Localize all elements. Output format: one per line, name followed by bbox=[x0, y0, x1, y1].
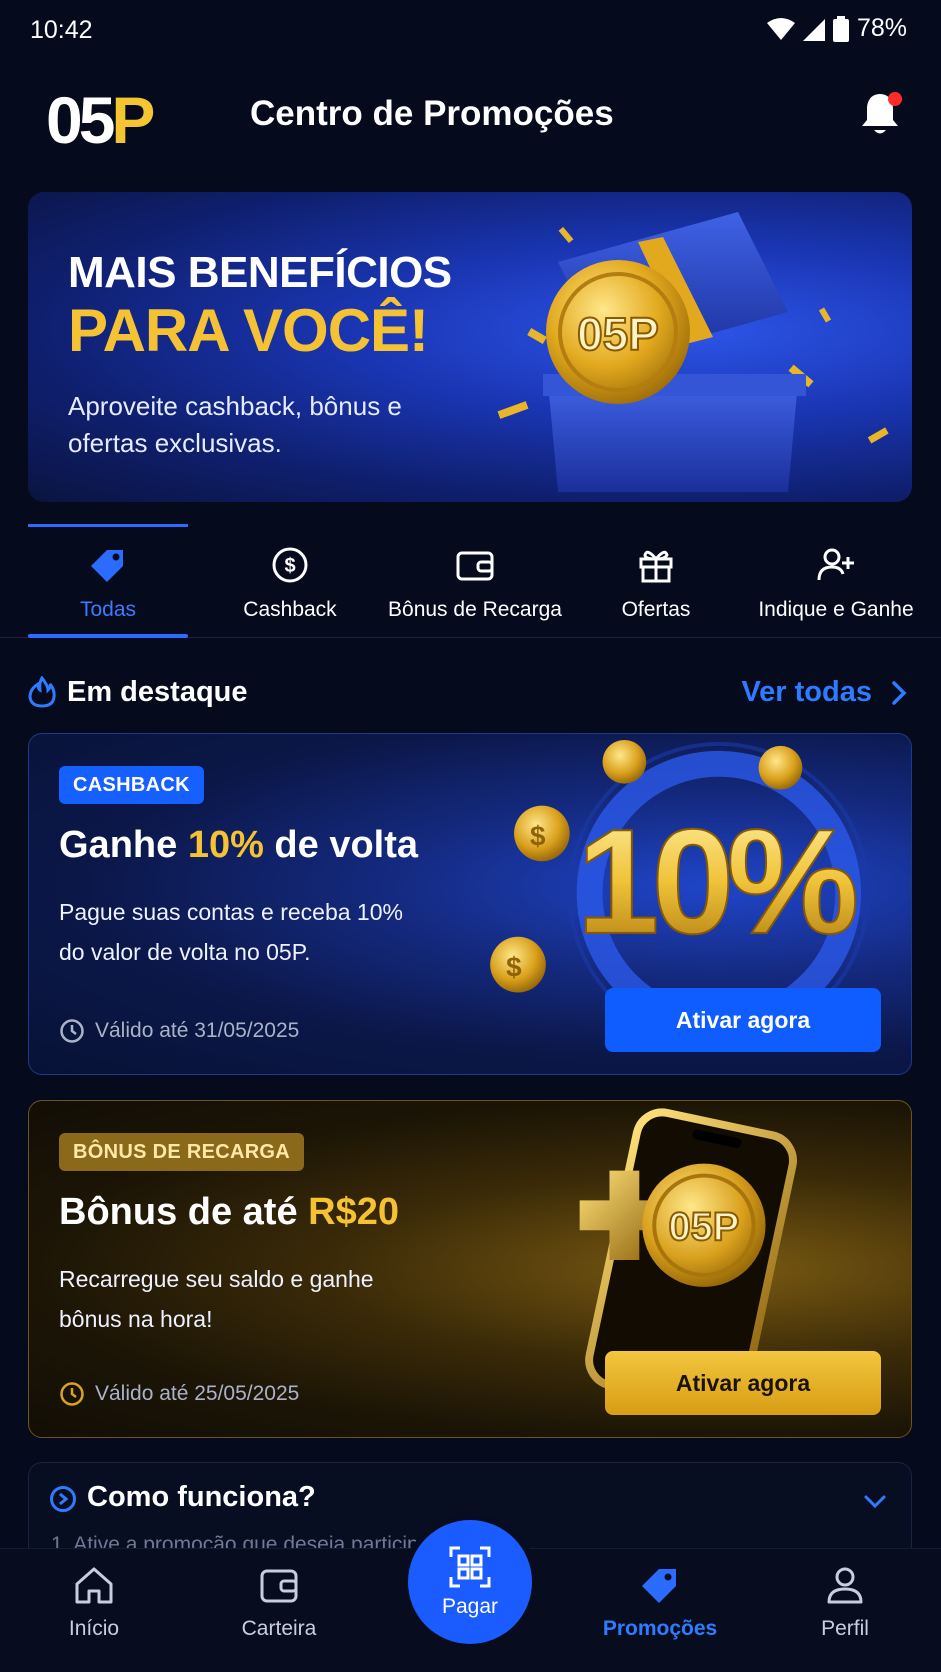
tab-label: Indique e Ganhe bbox=[758, 598, 914, 621]
tab-cashback[interactable]: $ Cashback bbox=[210, 524, 370, 636]
tab-label: Bônus de Recarga bbox=[388, 598, 562, 621]
category-tabs: Todas $ Cashback Bônus de Recarga Oferta… bbox=[0, 524, 941, 638]
nav-label: Início bbox=[68, 1617, 120, 1640]
user-icon bbox=[827, 1567, 863, 1604]
promo-title-prefix: Bônus de até bbox=[59, 1191, 309, 1233]
status-time: 10:42 bbox=[30, 16, 93, 44]
dollar-circle-icon: $ bbox=[272, 547, 308, 583]
nav-label: Carteira bbox=[241, 1617, 317, 1640]
promo-title: Ganhe 10% de volta bbox=[59, 824, 418, 867]
promo-validity: Válido até 25/05/2025 bbox=[59, 1381, 299, 1407]
app-header: 05P Centro de Promoções bbox=[0, 70, 941, 170]
how-it-works-title: Como funciona? bbox=[87, 1481, 316, 1513]
nav-label: Promoções bbox=[602, 1617, 718, 1640]
hero-title-line2: PARA VOCÊ! bbox=[68, 297, 429, 364]
clock-icon bbox=[60, 1382, 84, 1406]
activate-cashback-button[interactable]: Ativar agora bbox=[605, 988, 881, 1052]
see-all-link[interactable]: Ver todas bbox=[741, 676, 872, 709]
promo-description: Recarregue seu saldo e ganhe bônus na ho… bbox=[59, 1266, 374, 1332]
promo-description: Pague suas contas e receba 10% do valor … bbox=[59, 899, 403, 965]
chevron-down-icon[interactable] bbox=[861, 1487, 889, 1515]
qr-scan-icon bbox=[449, 1546, 491, 1588]
tag-icon bbox=[642, 1569, 676, 1603]
svg-text:$: $ bbox=[530, 820, 546, 851]
section-title: Em destaque bbox=[67, 676, 248, 708]
promo-card-cashback[interactable]: $ $ 10% CASHBACK Ganhe 10% de volta Pagu… bbox=[28, 733, 912, 1075]
pay-label: Pagar bbox=[441, 1595, 499, 1618]
hero-banner[interactable]: MAIS BENEFÍCIOS PARA VOCÊ! Aproveite cas… bbox=[28, 192, 912, 502]
wallet-icon bbox=[456, 551, 494, 581]
status-bar: 10:42 78% bbox=[0, 0, 941, 60]
activate-bonus-button[interactable]: Ativar agora bbox=[605, 1351, 881, 1415]
hero-subtitle: Aproveite cashback, bônus e ofertas excl… bbox=[68, 391, 402, 458]
logo-white-part: 05 bbox=[46, 83, 115, 157]
home-icon bbox=[75, 1567, 113, 1604]
clock-icon bbox=[60, 1019, 84, 1043]
promo-title: Bônus de até R$20 bbox=[59, 1191, 399, 1234]
validity-text: Válido até 25/05/2025 bbox=[95, 1382, 300, 1405]
bonus-badge: BÔNUS DE RECARGA bbox=[59, 1133, 305, 1171]
notification-badge bbox=[888, 92, 902, 106]
nav-promocoes[interactable]: Promoções bbox=[590, 1563, 730, 1641]
battery-icon bbox=[832, 15, 849, 42]
status-icons: 78% bbox=[766, 14, 907, 43]
tab-todas[interactable]: Todas bbox=[28, 524, 188, 636]
hero-title-line1: MAIS BENEFÍCIOS bbox=[68, 248, 452, 297]
tab-bonus-recarga[interactable]: Bônus de Recarga bbox=[380, 524, 570, 636]
nav-label: Perfil bbox=[821, 1617, 869, 1640]
featured-section-header: Em destaque Ver todas bbox=[28, 672, 912, 716]
chevron-right-icon[interactable] bbox=[886, 680, 912, 706]
nav-perfil[interactable]: Perfil bbox=[775, 1563, 915, 1641]
app-logo[interactable]: 05P bbox=[46, 83, 155, 157]
tab-active-indicator bbox=[28, 634, 188, 638]
tab-label: Todas bbox=[79, 598, 137, 621]
tab-label: Cashback bbox=[243, 598, 337, 621]
promo-validity: Válido até 31/05/2025 bbox=[59, 1018, 299, 1044]
wallet-icon bbox=[260, 1569, 298, 1603]
battery-percent: 78% bbox=[856, 14, 907, 42]
logo-gold-part: P bbox=[111, 83, 155, 157]
gift-icon bbox=[639, 550, 673, 583]
cashback-art-text: 10% bbox=[577, 798, 856, 965]
promo-card-bonus-recarga[interactable]: 05P BÔNUS DE RECARGA Bônus de até R$20 R… bbox=[28, 1100, 912, 1438]
hero-coin-text: 05P bbox=[577, 308, 659, 360]
flame-icon bbox=[28, 676, 56, 708]
nav-inicio[interactable]: Início bbox=[24, 1563, 164, 1641]
tab-ofertas[interactable]: Ofertas bbox=[576, 524, 736, 636]
promo-title-highlight: R$20 bbox=[308, 1191, 399, 1233]
validity-text: Válido até 31/05/2025 bbox=[95, 1019, 300, 1042]
tag-icon bbox=[91, 550, 123, 582]
wifi-icon bbox=[766, 17, 795, 40]
svg-text:$: $ bbox=[506, 952, 522, 983]
user-plus-icon bbox=[817, 548, 854, 581]
bonus-coin-text: 05P bbox=[669, 1205, 740, 1249]
cashback-badge: CASHBACK bbox=[59, 766, 204, 804]
page-title: Centro de Promoções bbox=[250, 94, 614, 133]
promo-title-prefix: Ganhe bbox=[59, 824, 188, 866]
signal-icon bbox=[802, 18, 825, 41]
tab-indique-ganhe[interactable]: Indique e Ganhe bbox=[746, 524, 926, 636]
promo-title-highlight: 10% bbox=[187, 824, 264, 866]
svg-text:$: $ bbox=[284, 555, 295, 577]
nav-carteira[interactable]: Carteira bbox=[209, 1563, 349, 1641]
help-circle-icon bbox=[50, 1486, 76, 1512]
promo-title-suffix: de volta bbox=[263, 824, 419, 866]
tab-label: Ofertas bbox=[621, 598, 691, 621]
pay-button[interactable]: Pagar bbox=[408, 1520, 532, 1644]
gift-box-coin-illustration: 05P bbox=[497, 212, 889, 492]
